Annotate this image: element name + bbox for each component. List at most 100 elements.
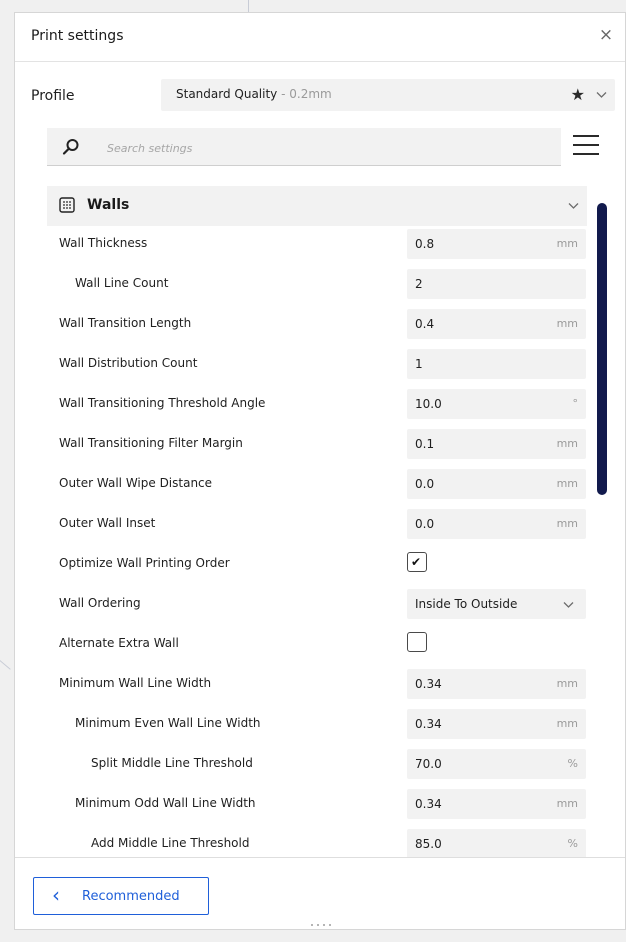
recommended-button[interactable]: ‹ Recommended — [33, 877, 209, 915]
field-unit: mm — [556, 477, 578, 490]
setting-wall-line-count: Wall Line Count 2 — [47, 266, 587, 300]
close-button[interactable]: × — [595, 24, 617, 46]
setting-label: Add Middle Line Threshold — [91, 836, 250, 850]
minimum-wall-line-width-field[interactable]: 0.34 mm — [407, 669, 586, 699]
setting-label: Wall Line Count — [75, 276, 169, 290]
dropdown-value: Inside To Outside — [415, 597, 518, 611]
field-unit: mm — [556, 517, 578, 530]
field-value: 10.0 — [415, 397, 442, 411]
field-unit: mm — [556, 797, 578, 810]
profile-layer-height: - 0.2mm — [277, 87, 332, 101]
alternate-extra-wall-checkbox[interactable] — [407, 632, 427, 652]
outer-wall-inset-field[interactable]: 0.0 mm — [407, 509, 586, 539]
field-unit: % — [567, 757, 578, 770]
add-middle-line-threshold-field[interactable]: 85.0 % — [407, 829, 586, 858]
field-unit: mm — [556, 677, 578, 690]
wall-distribution-count-field[interactable]: 1 — [407, 349, 586, 379]
chevron-down-icon — [568, 203, 579, 209]
footer-divider — [15, 857, 625, 858]
search-icon — [62, 139, 79, 155]
wall-transition-length-field[interactable]: 0.4 mm — [407, 309, 586, 339]
wall-transitioning-filter-margin-field[interactable]: 0.1 mm — [407, 429, 586, 459]
category-walls[interactable]: Walls — [47, 186, 587, 226]
setting-label: Minimum Odd Wall Line Width — [75, 796, 256, 810]
setting-outer-wall-inset: Outer Wall Inset 0.0 mm — [47, 506, 587, 540]
scrollbar-thumb[interactable] — [597, 203, 607, 495]
outer-wall-wipe-distance-field[interactable]: 0.0 mm — [407, 469, 586, 499]
field-value: 0.34 — [415, 717, 442, 731]
settings-list: Walls Wall Thickness 0.8 mm Wall Line Co… — [47, 186, 587, 858]
setting-label: Wall Transitioning Filter Margin — [59, 436, 243, 450]
setting-wall-distribution-count: Wall Distribution Count 1 — [47, 346, 587, 380]
setting-minimum-odd-wall-line-width: Minimum Odd Wall Line Width 0.34 mm — [47, 786, 587, 820]
setting-label: Minimum Wall Line Width — [59, 676, 212, 690]
wall-line-count-field[interactable]: 2 — [407, 269, 586, 299]
setting-label: Outer Wall Wipe Distance — [59, 476, 213, 490]
hamburger-menu-icon[interactable] — [573, 134, 599, 156]
setting-label: Alternate Extra Wall — [59, 636, 179, 650]
setting-label: Optimize Wall Printing Order — [59, 556, 230, 570]
profile-label: Profile — [31, 88, 75, 104]
walls-icon — [59, 197, 75, 213]
field-unit: mm — [556, 317, 578, 330]
field-value: 70.0 — [415, 757, 442, 771]
search-input[interactable] — [105, 138, 529, 158]
wall-transitioning-threshold-angle-field[interactable]: 10.0 ° — [407, 389, 586, 419]
profile-select[interactable]: Standard Quality - 0.2mm ★ — [161, 79, 615, 111]
field-unit: ° — [572, 397, 579, 410]
panel-title: Print settings — [31, 28, 124, 44]
setting-wall-thickness: Wall Thickness 0.8 mm — [47, 226, 587, 260]
optimize-wall-printing-order-checkbox[interactable]: ✔ — [407, 552, 427, 572]
setting-split-middle-line-threshold: Split Middle Line Threshold 70.0 % — [47, 746, 587, 780]
setting-alternate-extra-wall: Alternate Extra Wall — [47, 626, 587, 660]
setting-wall-transition-length: Wall Transition Length 0.4 mm — [47, 306, 587, 340]
setting-label: Wall Transitioning Threshold Angle — [59, 396, 266, 410]
checkmark-icon: ✔ — [411, 555, 422, 569]
viewport-edge-line — [0, 660, 11, 670]
minimum-odd-wall-line-width-field[interactable]: 0.34 mm — [407, 789, 586, 819]
setting-minimum-wall-line-width: Minimum Wall Line Width 0.34 mm — [47, 666, 587, 700]
field-value: 1 — [415, 357, 423, 371]
setting-label: Wall Transition Length — [59, 316, 192, 330]
setting-label: Wall Ordering — [59, 596, 141, 610]
wall-thickness-field[interactable]: 0.8 mm — [407, 229, 586, 259]
setting-outer-wall-wipe-distance: Outer Wall Wipe Distance 0.0 mm — [47, 466, 587, 500]
field-unit: mm — [556, 717, 578, 730]
minimum-even-wall-line-width-field[interactable]: 0.34 mm — [407, 709, 586, 739]
search-box[interactable] — [47, 128, 561, 166]
title-bar: Print settings × — [15, 13, 625, 62]
field-value: 2 — [415, 277, 423, 291]
setting-label: Wall Distribution Count — [59, 356, 198, 370]
split-middle-line-threshold-field[interactable]: 70.0 % — [407, 749, 586, 779]
profile-name: Standard Quality - 0.2mm — [176, 87, 332, 101]
field-value: 0.34 — [415, 677, 442, 691]
field-unit: % — [567, 837, 578, 850]
print-settings-panel: Print settings × Profile Standard Qualit… — [14, 12, 626, 930]
setting-label: Wall Thickness — [59, 236, 148, 250]
resize-grip-icon[interactable] — [311, 924, 335, 928]
setting-wall-transitioning-threshold-angle: Wall Transitioning Threshold Angle 10.0 … — [47, 386, 587, 420]
profile-quality: Standard Quality — [176, 87, 278, 101]
setting-optimize-wall-printing-order: Optimize Wall Printing Order ✔ — [47, 546, 587, 580]
setting-label: Outer Wall Inset — [59, 516, 156, 530]
setting-label: Split Middle Line Threshold — [91, 756, 253, 770]
setting-wall-transitioning-filter-margin: Wall Transitioning Filter Margin 0.1 mm — [47, 426, 587, 460]
field-unit: mm — [556, 237, 578, 250]
field-value: 0.1 — [415, 437, 435, 451]
field-unit: mm — [556, 437, 578, 450]
wall-ordering-dropdown[interactable]: Inside To Outside — [407, 589, 586, 619]
chevron-left-icon: ‹ — [52, 883, 60, 907]
field-value: 0.34 — [415, 797, 442, 811]
star-icon[interactable]: ★ — [571, 85, 585, 104]
setting-minimum-even-wall-line-width: Minimum Even Wall Line Width 0.34 mm — [47, 706, 587, 740]
chevron-down-icon — [596, 92, 607, 98]
field-value: 0.0 — [415, 517, 435, 531]
setting-label: Minimum Even Wall Line Width — [75, 716, 261, 730]
field-value: 0.4 — [415, 317, 435, 331]
field-value: 0.8 — [415, 237, 435, 251]
field-value: 85.0 — [415, 837, 442, 851]
category-label: Walls — [87, 197, 130, 213]
setting-wall-ordering: Wall Ordering Inside To Outside — [47, 586, 587, 620]
viewport-edge-line — [248, 0, 249, 12]
recommended-label: Recommended — [82, 889, 180, 904]
